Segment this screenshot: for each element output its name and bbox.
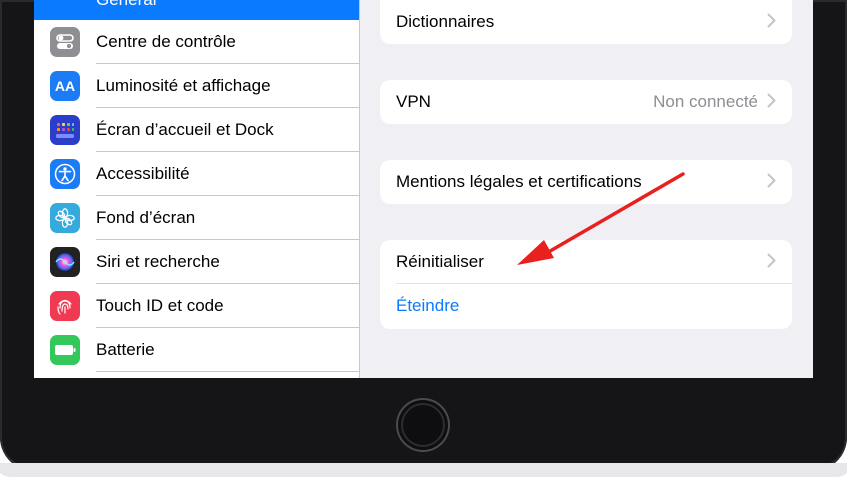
arrow-annotation-icon — [517, 172, 685, 265]
